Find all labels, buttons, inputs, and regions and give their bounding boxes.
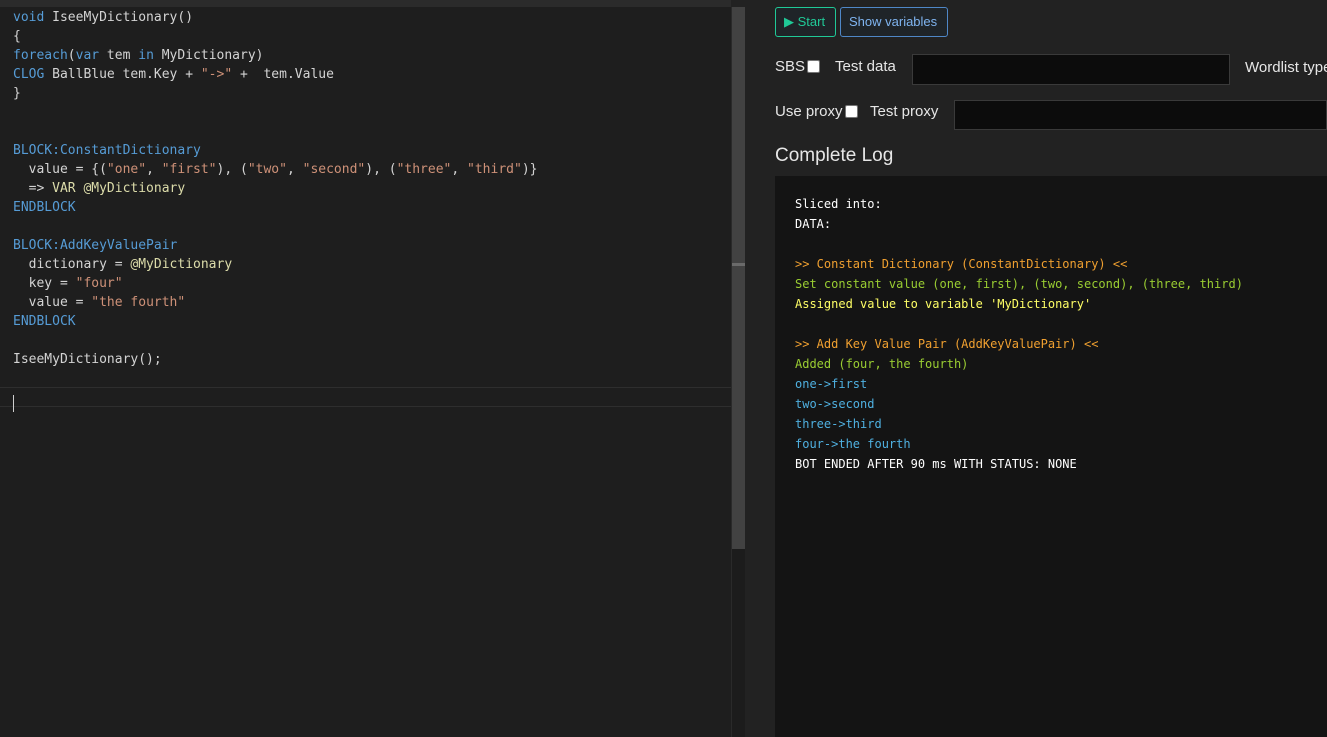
- log-line: Set constant value (one, first), (two, s…: [795, 277, 1243, 291]
- complete-log-title: Complete Log: [775, 145, 894, 166]
- code-line: ENDBLOCK: [13, 312, 731, 331]
- code-token: CLOG: [13, 67, 45, 82]
- text-cursor: [13, 395, 14, 412]
- use-proxy-checkbox[interactable]: [845, 105, 858, 118]
- code-token: IseeMyDictionary();: [13, 352, 162, 367]
- code-line: dictionary = @MyDictionary: [13, 255, 731, 274]
- code-token: VAR @MyDictionary: [52, 181, 186, 196]
- code-token: "three": [396, 162, 452, 177]
- complete-log-box[interactable]: Sliced into: DATA: >> Constant Dictionary …: [775, 176, 1327, 737]
- code-token: "four": [75, 276, 123, 291]
- code-line: ENDBLOCK: [13, 198, 731, 217]
- code-token: in: [138, 48, 154, 63]
- log-line: one->first: [795, 377, 868, 391]
- log-lines: Sliced into: DATA: >> Constant Dictionary …: [795, 194, 1243, 474]
- code-token: )}: [521, 162, 538, 177]
- log-line: two->second: [795, 397, 875, 411]
- code-token: tem: [99, 48, 139, 63]
- code-token: "the fourth": [91, 295, 186, 310]
- show-variables-button[interactable]: Show variables: [840, 7, 948, 37]
- log-line: >> Add Key Value Pair (AddKeyValuePair) …: [795, 337, 1099, 351]
- code-token: ENDBLOCK: [13, 314, 76, 329]
- code-line: foreach(var tem in MyDictionary): [13, 46, 731, 65]
- test-proxy-label: Test proxy: [870, 103, 939, 120]
- code-editor[interactable]: void IseeMyDictionary() { foreach(var tem …: [0, 0, 731, 737]
- current-line-highlight: [0, 387, 731, 407]
- code-token: =>: [13, 181, 53, 196]
- log-line: BOT ENDED AFTER 90 ms WITH STATUS: NONE: [795, 457, 1077, 471]
- code-token: BLOCK:ConstantDictionary: [13, 143, 201, 158]
- code-token: value =: [13, 295, 92, 310]
- code-token: ,: [146, 162, 162, 177]
- code-line: void IseeMyDictionary(): [13, 8, 731, 27]
- code-token: "second": [302, 162, 366, 177]
- code-token: + tem.Value: [232, 67, 334, 82]
- code-token: dictionary =: [13, 257, 131, 272]
- code-token: MyDictionary): [153, 48, 264, 63]
- code-line: }: [13, 84, 731, 103]
- code-line: BLOCK:ConstantDictionary: [13, 141, 731, 160]
- code-token: "->": [200, 67, 233, 82]
- code-token: void: [13, 10, 53, 25]
- code-token: ), (: [216, 162, 248, 177]
- code-line: key = "four": [13, 274, 731, 293]
- use-proxy-label: Use proxy: [775, 103, 843, 120]
- code-token: var: [75, 48, 100, 63]
- code-token: "first": [161, 162, 217, 177]
- code-token: "two": [247, 162, 287, 177]
- log-line: Sliced into:: [795, 197, 882, 211]
- code-token: key =: [13, 276, 76, 291]
- test-data-label: Test data: [835, 58, 896, 75]
- code-token: ), (: [365, 162, 397, 177]
- editor-scrollbar-marker: [732, 263, 745, 266]
- code-token: foreach: [13, 48, 68, 63]
- code-line: BLOCK:AddKeyValuePair: [13, 236, 731, 255]
- code-token: "third": [467, 162, 522, 177]
- code-token: (: [67, 48, 76, 63]
- code-token: value = {(: [13, 162, 107, 177]
- code-line: value = {("one", "first"), ("two", "seco…: [13, 160, 731, 179]
- log-line: four->the fourth: [795, 437, 911, 451]
- start-button[interactable]: ▶ Start: [775, 7, 836, 37]
- code-token: }: [13, 86, 21, 101]
- editor-scrollbar-thumb[interactable]: [732, 7, 745, 549]
- code-token: {: [13, 29, 21, 44]
- debugger-panel: ▶ Start Show variables SBS Test data Wor…: [745, 0, 1327, 737]
- log-line: DATA:: [795, 217, 832, 231]
- code-line: value = "the fourth": [13, 293, 731, 312]
- code-lines: void IseeMyDictionary() { foreach(var tem …: [13, 8, 731, 369]
- code-token: BLOCK:AddKeyValuePair: [13, 238, 178, 253]
- code-token: ,: [286, 162, 303, 177]
- code-token: IseeMyDictionary(): [52, 10, 194, 25]
- test-data-input[interactable]: [912, 54, 1230, 85]
- wordlist-type-label: Wordlist type: [1245, 59, 1327, 76]
- log-line: three->third: [795, 417, 882, 431]
- sbs-checkbox[interactable]: [807, 60, 820, 73]
- code-line: CLOG BallBlue tem.Key + "->" + tem.Value: [13, 65, 731, 84]
- code-token: "one": [106, 162, 147, 177]
- code-line: => VAR @MyDictionary: [13, 179, 731, 198]
- sbs-label: SBS: [775, 58, 806, 75]
- log-line: Assigned value to variable 'MyDictionary…: [795, 297, 1092, 311]
- test-proxy-input[interactable]: [954, 100, 1327, 130]
- log-line: >> Constant Dictionary (ConstantDictiona…: [795, 257, 1128, 271]
- log-line: Added (four, the fourth): [795, 357, 969, 371]
- code-token: @MyDictionary: [130, 257, 233, 272]
- code-token: ENDBLOCK: [13, 200, 76, 215]
- code-token: ,: [451, 162, 468, 177]
- code-line: {: [13, 27, 731, 46]
- code-token: BallBlue tem.Key +: [44, 67, 201, 82]
- code-line: IseeMyDictionary();: [13, 350, 731, 369]
